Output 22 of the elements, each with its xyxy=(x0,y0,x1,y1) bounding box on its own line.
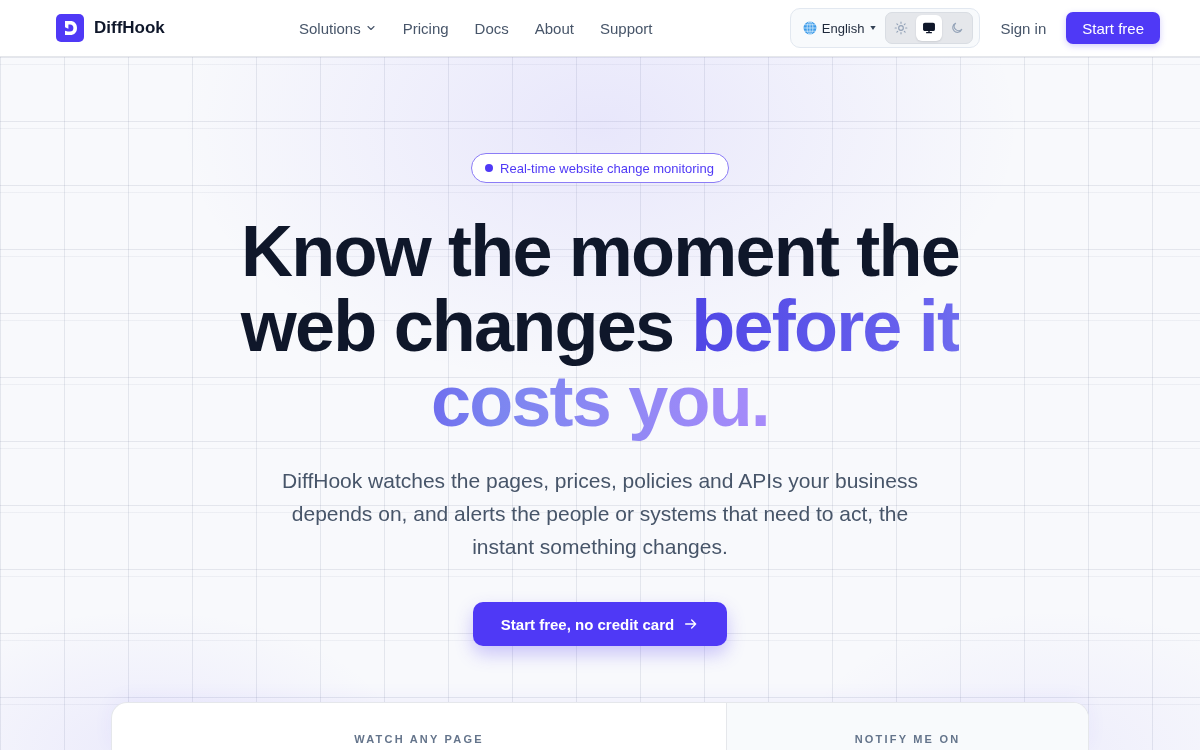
section-label: NOTIFY ME ON xyxy=(854,732,961,746)
hero-description: DiffHook watches the pages, prices, policies and APIs your business depends on, and alerts the people or systems that need to act, the instant something changes. xyxy=(281,468,919,560)
nav-link[interactable]: Pricing xyxy=(402,19,449,37)
nav-link[interactable]: Docs xyxy=(474,19,509,37)
nav-link[interactable]: Solutions xyxy=(299,19,377,37)
logo-icon xyxy=(56,14,84,42)
nav-link[interactable]: About xyxy=(534,19,574,37)
theme-option[interactable] xyxy=(916,15,943,41)
section-label: WATCH ANY PAGE xyxy=(354,732,484,746)
sign-in-link[interactable]: Sign in xyxy=(1000,19,1047,37)
status-dot-icon xyxy=(485,164,494,172)
monitor-icon xyxy=(922,21,937,35)
caret-icon xyxy=(869,24,878,32)
badge-text: Real-time website change monitoring xyxy=(500,160,714,176)
language-selector[interactable]: English xyxy=(802,20,878,36)
brand-name[interactable]: DiffHook xyxy=(94,18,165,38)
sun-icon xyxy=(894,21,909,35)
moon-icon xyxy=(950,21,965,35)
nav-link[interactable]: Support xyxy=(599,19,653,37)
start-free-button[interactable]: Start free xyxy=(1066,12,1160,44)
globe-icon xyxy=(802,21,817,35)
cta-button[interactable]: Start free, no credit card xyxy=(472,602,728,646)
